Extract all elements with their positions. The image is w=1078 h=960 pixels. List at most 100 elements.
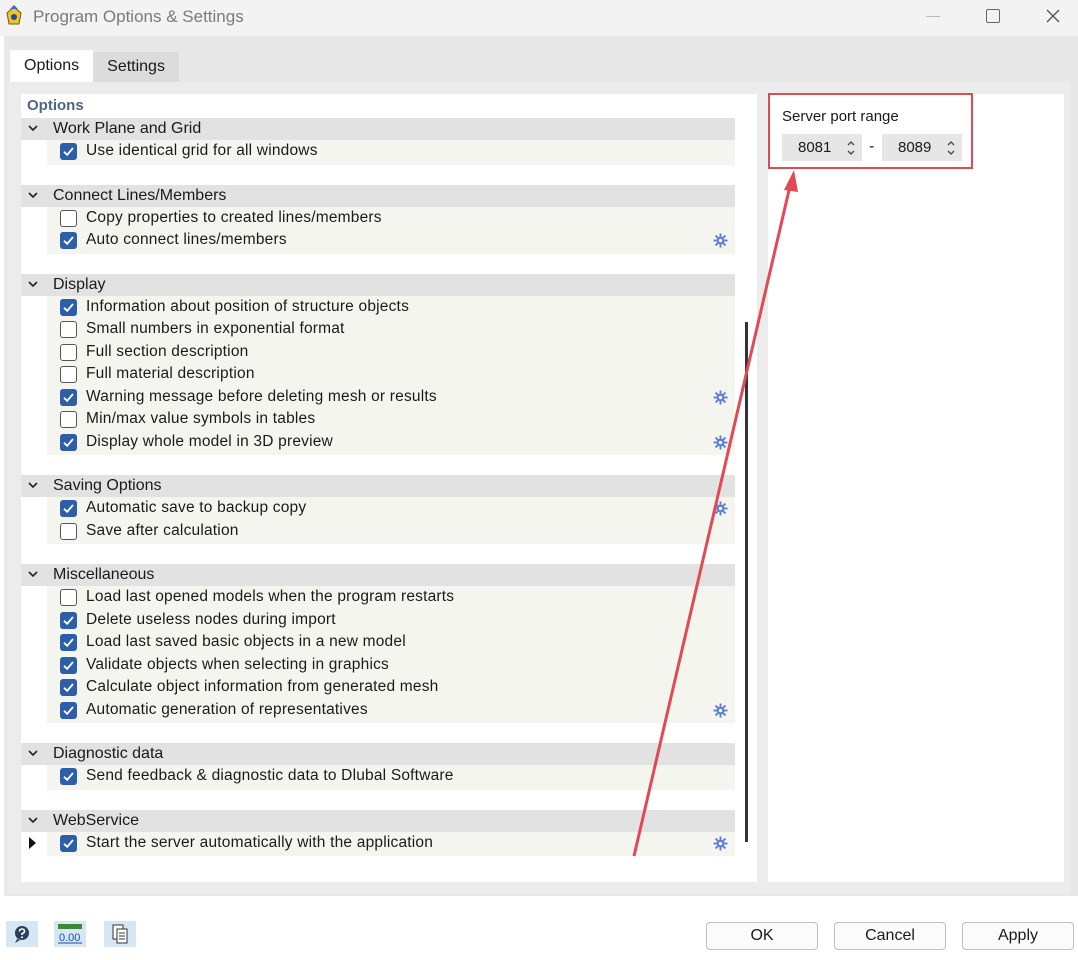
units-decimal-button[interactable]: 0.00 bbox=[54, 921, 86, 947]
gear-icon[interactable] bbox=[713, 703, 728, 718]
group-title: Saving Options bbox=[53, 477, 162, 494]
option-row[interactable]: Load last saved basic objects in a new m… bbox=[47, 631, 735, 654]
option-label: Copy properties to created lines/members bbox=[86, 209, 382, 226]
group-body: Load last opened models when the program… bbox=[47, 586, 735, 723]
help-icon bbox=[12, 924, 32, 944]
checkbox-checked[interactable] bbox=[60, 612, 77, 629]
close-button[interactable] bbox=[1028, 0, 1078, 32]
checkbox-unchecked[interactable] bbox=[60, 210, 77, 227]
group-body: Copy properties to created lines/members… bbox=[47, 207, 735, 254]
checkbox-unchecked[interactable] bbox=[60, 344, 77, 361]
option-label: Full material description bbox=[86, 365, 255, 382]
option-label: Full section description bbox=[86, 343, 248, 360]
title-bar: Program Options & Settings bbox=[0, 0, 1078, 36]
options-header: Options bbox=[21, 94, 757, 118]
checkbox-unchecked[interactable] bbox=[60, 589, 77, 606]
database-button[interactable] bbox=[104, 921, 136, 947]
group-header[interactable]: WebService bbox=[21, 810, 735, 832]
group-header[interactable]: Display bbox=[21, 274, 735, 296]
option-row[interactable]: Min/max value symbols in tables bbox=[47, 408, 735, 431]
checkbox-checked[interactable] bbox=[60, 434, 77, 451]
maximize-button[interactable] bbox=[968, 0, 1018, 32]
checkbox-checked[interactable] bbox=[60, 679, 77, 696]
checkbox-checked[interactable] bbox=[60, 500, 77, 517]
option-row[interactable]: Save after calculation bbox=[47, 520, 735, 543]
scrollbar[interactable] bbox=[745, 322, 748, 842]
tab-settings[interactable]: Settings bbox=[93, 52, 179, 82]
group-spacer bbox=[21, 723, 735, 743]
option-row[interactable]: Small numbers in exponential format bbox=[47, 318, 735, 341]
checkbox-checked[interactable] bbox=[60, 634, 77, 651]
option-row[interactable]: Copy properties to created lines/members bbox=[47, 207, 735, 230]
option-row[interactable]: Warning message before deleting mesh or … bbox=[47, 386, 735, 409]
checkbox-checked[interactable] bbox=[60, 768, 77, 785]
option-row[interactable]: Information about position of structure … bbox=[47, 296, 735, 319]
group-title: Diagnostic data bbox=[53, 745, 163, 762]
apply-button[interactable]: Apply bbox=[962, 922, 1074, 950]
option-row[interactable]: Automatic generation of representatives bbox=[47, 699, 735, 722]
checkbox-unchecked[interactable] bbox=[60, 411, 77, 428]
group-header[interactable]: Saving Options bbox=[21, 475, 735, 497]
checkbox-checked[interactable] bbox=[60, 143, 77, 160]
option-row[interactable]: Delete useless nodes during import bbox=[47, 609, 735, 632]
checkbox-checked[interactable] bbox=[60, 702, 77, 719]
group-title: Connect Lines/Members bbox=[53, 187, 226, 204]
gear-icon[interactable] bbox=[713, 435, 728, 450]
option-row[interactable]: Validate objects when selecting in graph… bbox=[47, 654, 735, 677]
checkbox-checked[interactable] bbox=[60, 232, 77, 249]
option-row[interactable]: Load last opened models when the program… bbox=[47, 586, 735, 609]
option-row[interactable]: Use identical grid for all windows bbox=[47, 140, 735, 163]
chevron-down-icon[interactable] bbox=[27, 479, 39, 491]
option-row[interactable]: Full material description bbox=[47, 363, 735, 386]
option-label: Calculate object information from genera… bbox=[86, 678, 439, 695]
option-label: Start the server automatically with the … bbox=[86, 834, 433, 851]
gear-icon[interactable] bbox=[713, 233, 728, 248]
chevron-down-icon[interactable] bbox=[27, 189, 39, 201]
gear-icon[interactable] bbox=[713, 836, 728, 851]
option-label: Warning message before deleting mesh or … bbox=[86, 388, 437, 405]
tab-bar: Options Settings bbox=[10, 50, 179, 82]
option-row[interactable]: Send feedback & diagnostic data to Dluba… bbox=[47, 765, 735, 788]
checkbox-checked[interactable] bbox=[60, 389, 77, 406]
checkbox-unchecked[interactable] bbox=[60, 321, 77, 338]
group-header[interactable]: Work Plane and Grid bbox=[21, 118, 735, 140]
group-body: Start the server automatically with the … bbox=[47, 832, 735, 857]
option-label: Auto connect lines/members bbox=[86, 231, 287, 248]
tab-options[interactable]: Options bbox=[10, 50, 93, 82]
group-header[interactable]: Connect Lines/Members bbox=[21, 185, 735, 207]
maximize-icon bbox=[986, 9, 1000, 23]
cancel-button[interactable]: Cancel bbox=[834, 922, 946, 950]
chevron-down-icon[interactable] bbox=[27, 568, 39, 580]
gear-icon[interactable] bbox=[713, 390, 728, 405]
option-row[interactable]: Automatic save to backup copy bbox=[47, 497, 735, 520]
option-label: Validate objects when selecting in graph… bbox=[86, 656, 389, 673]
minimize-button[interactable] bbox=[908, 0, 958, 32]
tab-panel: Options Work Plane and GridUse identical… bbox=[8, 82, 1070, 894]
group-header[interactable]: Miscellaneous bbox=[21, 564, 735, 586]
options-tree: Work Plane and GridUse identical grid fo… bbox=[21, 118, 735, 876]
checkbox-checked[interactable] bbox=[60, 299, 77, 316]
option-label: Load last opened models when the program… bbox=[86, 588, 454, 605]
group-header[interactable]: Diagnostic data bbox=[21, 743, 735, 765]
option-row[interactable]: Start the server automatically with the … bbox=[47, 832, 735, 855]
option-row[interactable]: Auto connect lines/members bbox=[47, 229, 735, 252]
group-title: Miscellaneous bbox=[53, 566, 154, 583]
help-button[interactable] bbox=[6, 921, 38, 947]
checkbox-checked[interactable] bbox=[60, 835, 77, 852]
chevron-down-icon[interactable] bbox=[27, 747, 39, 759]
option-label: Small numbers in exponential format bbox=[86, 320, 345, 337]
checkbox-unchecked[interactable] bbox=[60, 523, 77, 540]
checkbox-unchecked[interactable] bbox=[60, 366, 77, 383]
gear-icon[interactable] bbox=[713, 501, 728, 516]
chevron-down-icon[interactable] bbox=[27, 122, 39, 134]
option-label: Information about position of structure … bbox=[86, 298, 409, 315]
group-body: Information about position of structure … bbox=[47, 296, 735, 456]
settings-detail-pane: Server port range 8081 - 8089 bbox=[768, 94, 1064, 882]
chevron-down-icon[interactable] bbox=[27, 814, 39, 826]
ok-button[interactable]: OK bbox=[706, 922, 818, 950]
checkbox-checked[interactable] bbox=[60, 657, 77, 674]
option-row[interactable]: Calculate object information from genera… bbox=[47, 676, 735, 699]
option-row[interactable]: Full section description bbox=[47, 341, 735, 364]
option-row[interactable]: Display whole model in 3D preview bbox=[47, 431, 735, 454]
chevron-down-icon[interactable] bbox=[27, 278, 39, 290]
